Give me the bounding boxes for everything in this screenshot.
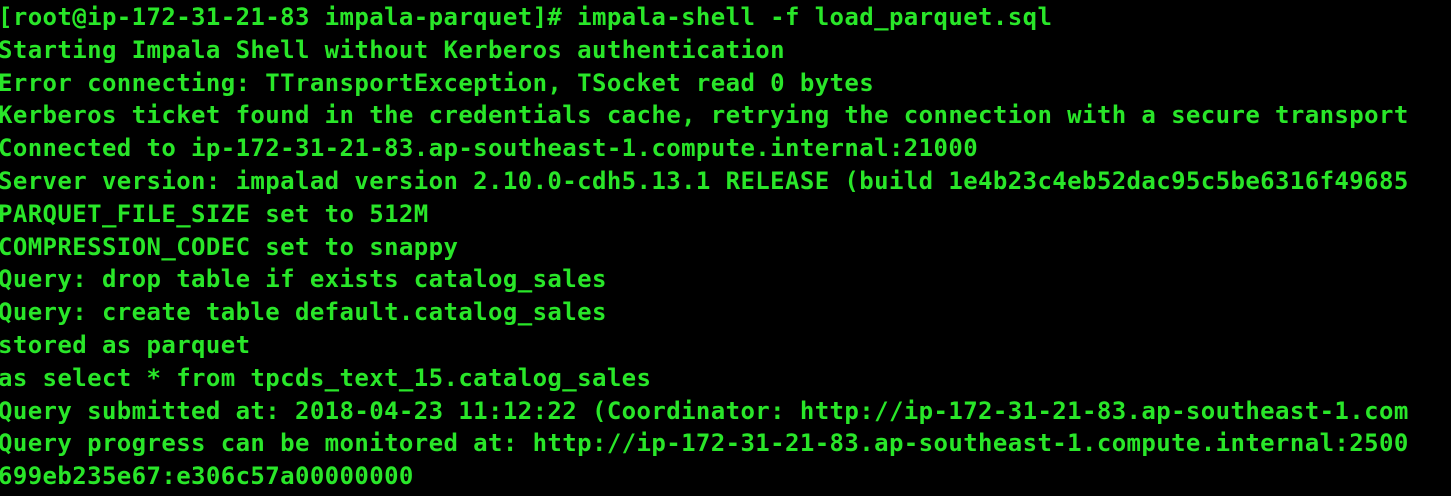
terminal-line-command: [root@ip-172-31-21-83 impala-parquet]# i… [0,3,1053,31]
terminal-line: Query: drop table if exists catalog_sale… [0,265,607,294]
terminal-line: stored as parquet [0,330,251,359]
terminal-line: Error connecting: TTransportException, T… [0,68,875,97]
terminal-line: Connected to ip-172-31-21-83.ap-southeas… [0,134,979,163]
terminal-window[interactable]: [root@ip-172-31-21-83 impala-parquet]# i… [0,0,1451,496]
terminal-line: Query submitted at: 2018-04-23 11:12:22 … [0,396,1409,425]
terminal-line: Starting Impala Shell without Kerberos a… [0,35,786,64]
terminal-line: as select * from tpcds_text_15.catalog_s… [0,363,652,392]
terminal-line: Server version: impalad version 2.10.0-c… [0,166,1409,195]
terminal-line: Kerberos ticket found in the credentials… [0,101,1409,130]
terminal-line: PARQUET_FILE_SIZE set to 512M [0,199,429,228]
terminal-line: 699eb235e67:e306c57a00000000 [0,462,414,491]
terminal-line: Query progress can be monitored at: http… [0,429,1409,458]
terminal-line: Query: create table default.catalog_sale… [0,298,607,327]
terminal-line: COMPRESSION_CODEC set to snappy [0,232,459,261]
